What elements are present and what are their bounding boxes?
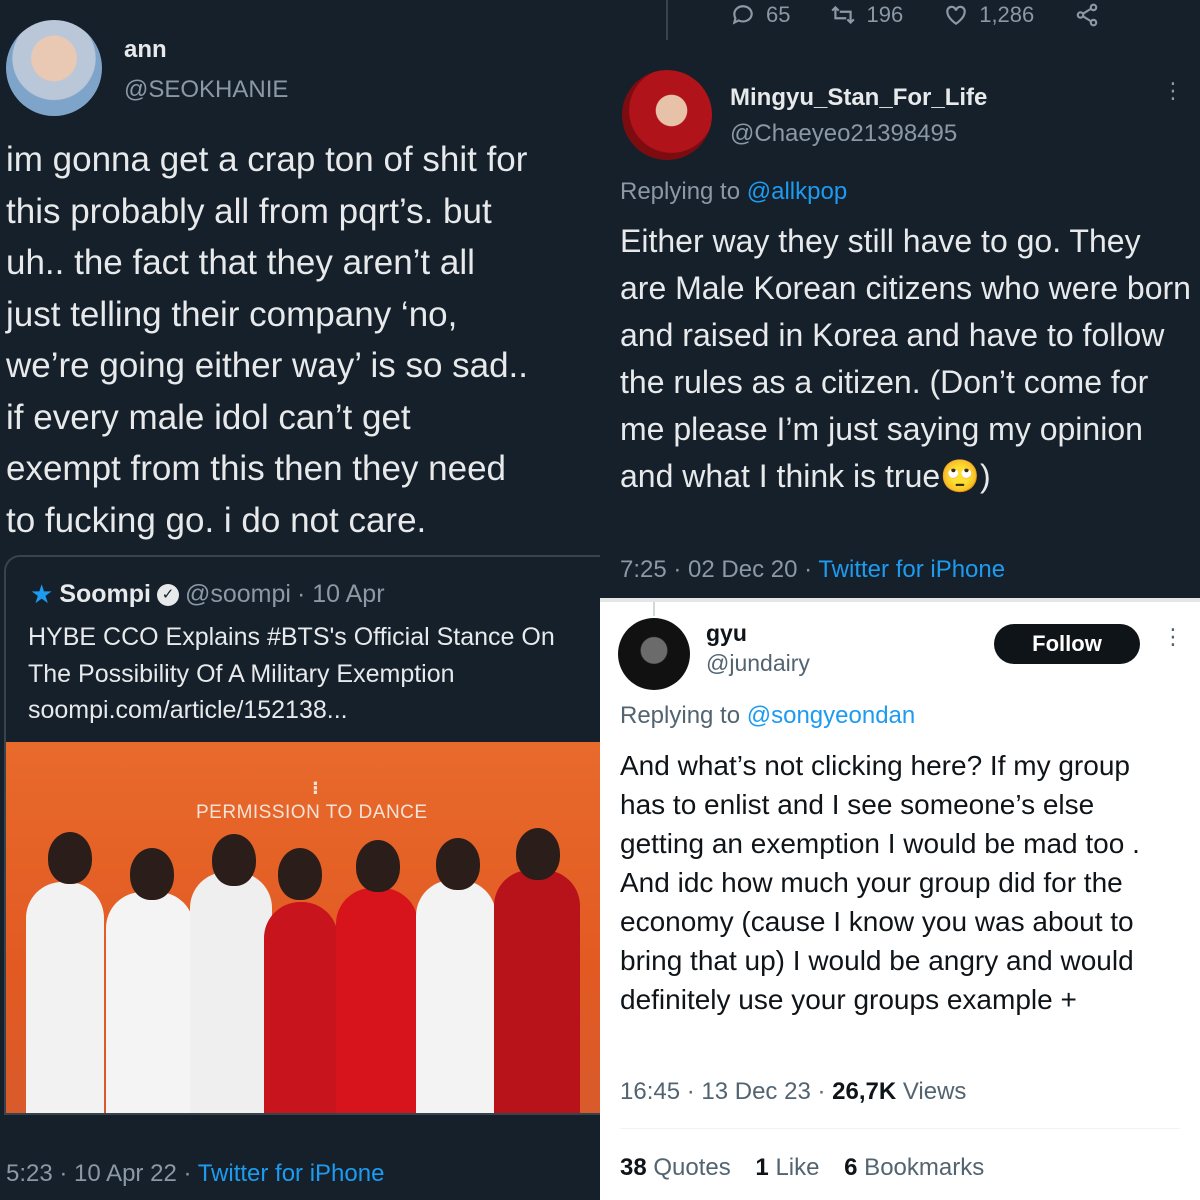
panel-divider	[600, 598, 1200, 602]
retweet-icon	[831, 5, 856, 25]
views-count: 26,7K	[832, 1078, 897, 1105]
verified-badge-icon: ✓	[156, 583, 179, 606]
author-handle[interactable]: @SEOKHANIE	[124, 76, 288, 104]
replying-label: Replying to	[620, 178, 747, 205]
avatar[interactable]	[6, 20, 102, 116]
quoted-tweet-text: HYBE CCO Explains #BTS's Official Stance…	[28, 619, 598, 729]
left-tweet-panel: ann @SEOKHANIE ⋮ im gonna get a crap ton…	[0, 0, 600, 1200]
heart-icon	[946, 5, 966, 25]
quoted-author-handle: @soompi	[184, 580, 291, 608]
reply-icon	[732, 5, 753, 25]
figure-head	[356, 840, 400, 892]
figure	[106, 892, 194, 1113]
replying-label: Replying to	[620, 702, 747, 729]
figure	[494, 870, 580, 1113]
bookmarks-label: Bookmarks	[857, 1154, 985, 1181]
retweet-count: 196	[866, 2, 904, 27]
bts-logo-icon: ⁝	[312, 778, 319, 798]
figure-head	[48, 832, 92, 884]
soompi-logo-icon: ★	[30, 579, 54, 609]
thread-line	[666, 0, 668, 40]
collage: ann @SEOKHANIE ⋮ im gonna get a crap ton…	[0, 0, 1200, 1200]
figure-head	[278, 848, 322, 900]
likes-label: Like	[768, 1154, 820, 1181]
more-options-icon[interactable]: ⋮	[1162, 626, 1184, 648]
quoted-tweet-header: ★ Soompi ✓ @soompi · 10 Apr	[30, 579, 385, 610]
more-options-icon[interactable]: ⋮	[1162, 80, 1184, 102]
figure-head	[436, 838, 480, 890]
tweet-text: Either way they still have to go. They a…	[620, 223, 1191, 494]
share-icon	[1076, 3, 1098, 27]
quoted-headline: HYBE CCO Explains #BTS's Official Stance…	[28, 623, 555, 688]
author-handle[interactable]: @jundairy	[706, 650, 810, 677]
action-bar: 65 196 1,286	[730, 2, 1140, 28]
right-top-tweet-panel: 65 196 1,286 Mingyu_Stan_For_Life @Chaey…	[600, 0, 1200, 600]
follow-button[interactable]: Follow	[994, 624, 1140, 664]
likes-count: 1	[755, 1154, 769, 1181]
engagement-stats: 38 Quotes 1 Like 6 Bookmarks	[620, 1154, 1002, 1182]
tweet-timestamp: 7:25 · 02 Dec 20 · Twitter for iPhone	[620, 556, 1005, 584]
share-button[interactable]	[1074, 2, 1100, 28]
quoted-tweet-card[interactable]: ★ Soompi ✓ @soompi · 10 Apr HYBE CCO Exp…	[4, 555, 600, 1115]
avatar[interactable]	[618, 618, 690, 690]
quotes-stat[interactable]: 38 Quotes	[620, 1154, 731, 1181]
figure	[416, 880, 496, 1113]
figure-head	[516, 828, 560, 880]
views-label: Views	[896, 1078, 967, 1105]
divider	[620, 1128, 1180, 1129]
likes-stat[interactable]: 1 Like	[755, 1154, 819, 1181]
quotes-count: 38	[620, 1154, 647, 1181]
quotes-label: Quotes	[646, 1154, 731, 1181]
figure-head	[130, 848, 174, 900]
reply-button[interactable]: 65	[730, 2, 790, 28]
figure	[190, 872, 272, 1113]
tweet-text: And what’s not clicking here? If my grou…	[620, 750, 1140, 1015]
author-handle[interactable]: @Chaeyeo21398495	[730, 120, 957, 148]
tweet-time: 16:45 · 13 Dec 23 ·	[620, 1078, 833, 1105]
quoted-date: · 10 Apr	[296, 580, 385, 608]
like-count: 1,286	[979, 2, 1035, 27]
thread-line	[653, 600, 655, 616]
right-bottom-tweet-panel: gyu @jundairy Follow ⋮ Replying to @song…	[600, 600, 1200, 1200]
bookmarks-stat[interactable]: 6 Bookmarks	[844, 1154, 984, 1181]
figure	[336, 888, 418, 1113]
replying-to-link[interactable]: @allkpop	[747, 178, 847, 205]
tweet-time: 5:23 · 10 Apr 22 ·	[6, 1160, 198, 1187]
quoted-author-name: Soompi	[59, 580, 151, 608]
figure	[26, 882, 104, 1113]
bookmarks-count: 6	[844, 1154, 858, 1181]
reply-count: 65	[766, 2, 791, 27]
tweet-time: 7:25 · 02 Dec 20 ·	[620, 556, 819, 583]
avatar[interactable]	[622, 70, 712, 160]
tweet-source-link[interactable]: Twitter for iPhone	[818, 556, 1005, 583]
retweet-button[interactable]: 196	[830, 2, 903, 28]
tweet-source-link[interactable]: Twitter for iPhone	[198, 1160, 385, 1187]
author-name[interactable]: ann	[124, 36, 167, 64]
group-photo[interactable]: ⁝ PERMISSION TO DANCE	[6, 742, 600, 1113]
author-name[interactable]: Mingyu_Stan_For_Life	[730, 84, 987, 112]
photo-banner-text: PERMISSION TO DANCE	[196, 802, 428, 823]
author-name[interactable]: gyu	[706, 620, 747, 647]
tweet-timestamp: 5:23 · 10 Apr 22 · Twitter for iPhone	[6, 1160, 384, 1188]
like-button[interactable]: 1,286	[943, 2, 1034, 28]
replying-to: Replying to @allkpop	[620, 178, 847, 206]
more-options-icon[interactable]: ⋮	[592, 33, 600, 53]
figure-head	[212, 834, 256, 886]
tweet-timestamp: 16:45 · 13 Dec 23 · 26,7K Views	[620, 1078, 966, 1106]
replying-to: Replying to @songyeondan	[620, 702, 915, 730]
quoted-link[interactable]: soompi.com/article/152138...	[28, 692, 598, 729]
tweet-text: im gonna get a crap ton of shit for this…	[6, 140, 529, 540]
replying-to-link[interactable]: @songyeondan	[747, 702, 916, 729]
figure	[264, 902, 338, 1113]
